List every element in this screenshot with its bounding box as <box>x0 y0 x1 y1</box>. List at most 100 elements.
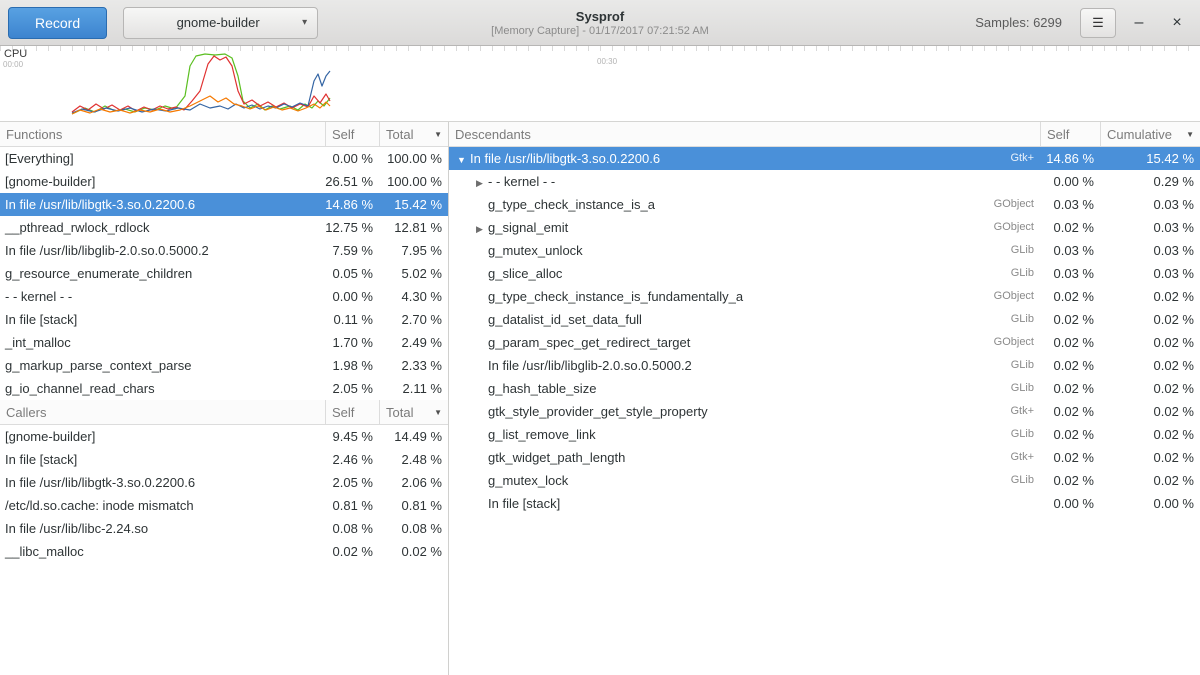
expander-closed-icon[interactable]: ▶ <box>471 218 488 239</box>
record-button[interactable]: Record <box>8 7 107 39</box>
callers-row[interactable]: In file [stack]2.46 %2.48 % <box>0 448 448 471</box>
functions-row[interactable]: [Everything]0.00 %100.00 % <box>0 147 448 170</box>
sort-arrow-icon: ▼ <box>434 130 442 139</box>
functions-row-self: 12.75 % <box>325 216 379 239</box>
callers-row-total: 0.08 % <box>379 517 448 540</box>
descendants-row[interactable]: gtk_widget_path_lengthGtk+0.02 %0.02 % <box>449 446 1200 469</box>
descendants-row[interactable]: In file [stack]0.00 %0.00 % <box>449 492 1200 515</box>
descendants-row-name: g_mutex_unlock <box>488 243 583 258</box>
descendants-row[interactable]: g_param_spec_get_redirect_targetGObject0… <box>449 331 1200 354</box>
functions-self-column-header[interactable]: Self <box>325 122 379 146</box>
callers-total-column-header[interactable]: Total ▼ <box>379 400 448 424</box>
descendants-row[interactable]: g_mutex_lockGLib0.02 %0.02 % <box>449 469 1200 492</box>
process-selector[interactable]: gnome-builder ▾ <box>123 7 318 39</box>
descendants-row-library: GLib <box>960 308 1040 331</box>
callers-column-header[interactable]: Callers <box>0 400 325 424</box>
callers-self-column-header[interactable]: Self <box>325 400 379 424</box>
functions-row[interactable]: - - kernel - -0.00 %4.30 % <box>0 285 448 308</box>
expander-closed-icon[interactable]: ▶ <box>471 172 488 193</box>
functions-column-header[interactable]: Functions <box>0 122 325 146</box>
descendants-row-name-cell: g_datalist_id_set_data_full <box>449 308 960 331</box>
descendants-row-library: GLib <box>960 262 1040 285</box>
descendants-row-name-cell: ▼In file /usr/lib/libgtk-3.so.0.2200.6 <box>449 147 960 170</box>
window-title-block: Sysprof [Memory Capture] - 01/17/2017 07… <box>300 9 900 37</box>
callers-table-body: [gnome-builder]9.45 %14.49 %In file [sta… <box>0 425 448 563</box>
functions-row-self: 1.98 % <box>325 354 379 377</box>
descendants-column-header[interactable]: Descendants <box>449 122 1040 146</box>
descendants-row-cumulative: 0.03 % <box>1100 262 1200 285</box>
callers-row-total: 0.81 % <box>379 494 448 517</box>
callers-row[interactable]: __libc_malloc0.02 %0.02 % <box>0 540 448 563</box>
callers-row-total: 0.02 % <box>379 540 448 563</box>
functions-row[interactable]: _int_malloc1.70 %2.49 % <box>0 331 448 354</box>
timeline-start-label: 00:00 <box>3 60 23 69</box>
functions-row-self: 14.86 % <box>325 193 379 216</box>
descendants-self-column-header[interactable]: Self <box>1040 122 1100 146</box>
callers-row[interactable]: In file /usr/lib/libgtk-3.so.0.2200.62.0… <box>0 471 448 494</box>
expander-open-icon[interactable]: ▼ <box>453 149 470 170</box>
callers-table-header: Callers Self Total ▼ <box>0 400 448 425</box>
descendants-row-name: - - kernel - - <box>488 174 555 189</box>
descendants-row[interactable]: ▶g_signal_emitGObject0.02 %0.03 % <box>449 216 1200 239</box>
functions-row-self: 0.11 % <box>325 308 379 331</box>
callers-row[interactable]: /etc/ld.so.cache: inode mismatch0.81 %0.… <box>0 494 448 517</box>
descendants-row-self: 0.03 % <box>1040 262 1100 285</box>
functions-row[interactable]: In file /usr/lib/libgtk-3.so.0.2200.614.… <box>0 193 448 216</box>
functions-row[interactable]: g_io_channel_read_chars2.05 %2.11 % <box>0 377 448 400</box>
functions-row[interactable]: g_resource_enumerate_children0.05 %5.02 … <box>0 262 448 285</box>
descendants-row-library: GLib <box>960 469 1040 492</box>
callers-row[interactable]: In file /usr/lib/libc-2.24.so0.08 %0.08 … <box>0 517 448 540</box>
window-title: Sysprof <box>300 9 900 24</box>
descendants-row-cumulative: 0.02 % <box>1100 285 1200 308</box>
descendants-row[interactable]: g_type_check_instance_is_fundamentally_a… <box>449 285 1200 308</box>
callers-row-name: /etc/ld.so.cache: inode mismatch <box>0 494 325 517</box>
descendants-row-cumulative: 0.02 % <box>1100 469 1200 492</box>
functions-row[interactable]: In file [stack]0.11 %2.70 % <box>0 308 448 331</box>
descendants-row[interactable]: In file /usr/lib/libglib-2.0.so.0.5000.2… <box>449 354 1200 377</box>
window-subtitle: [Memory Capture] - 01/17/2017 07:21:52 A… <box>300 25 900 37</box>
descendants-row-cumulative: 0.02 % <box>1100 354 1200 377</box>
descendants-row[interactable]: g_datalist_id_set_data_fullGLib0.02 %0.0… <box>449 308 1200 331</box>
cpu-graph-area[interactable]: CPU 00:00 00:30 <box>0 46 1200 122</box>
menu-button[interactable]: ☰ <box>1080 8 1116 38</box>
descendants-row-self: 0.02 % <box>1040 400 1100 423</box>
descendants-row-cumulative: 0.03 % <box>1100 193 1200 216</box>
functions-row[interactable]: __pthread_rwlock_rdlock12.75 %12.81 % <box>0 216 448 239</box>
descendants-row[interactable]: g_list_remove_linkGLib0.02 %0.02 % <box>449 423 1200 446</box>
descendants-row-name-cell: In file [stack] <box>449 492 960 515</box>
descendants-row-name-cell: gtk_style_provider_get_style_property <box>449 400 960 423</box>
descendants-row-library: GObject <box>960 216 1040 239</box>
functions-row-total: 2.11 % <box>379 377 448 400</box>
descendants-row[interactable]: g_hash_table_sizeGLib0.02 %0.02 % <box>449 377 1200 400</box>
descendants-row[interactable]: gtk_style_provider_get_style_propertyGtk… <box>449 400 1200 423</box>
close-button[interactable]: × <box>1162 9 1192 37</box>
sort-arrow-icon: ▼ <box>1186 130 1194 139</box>
descendants-row-name-cell: ▶- - kernel - - <box>449 170 960 193</box>
descendants-row-cumulative: 0.02 % <box>1100 400 1200 423</box>
descendants-row[interactable]: g_mutex_unlockGLib0.03 %0.03 % <box>449 239 1200 262</box>
functions-row[interactable]: [gnome-builder]26.51 %100.00 % <box>0 170 448 193</box>
functions-row[interactable]: g_markup_parse_context_parse1.98 %2.33 % <box>0 354 448 377</box>
functions-total-column-header[interactable]: Total ▼ <box>379 122 448 146</box>
descendants-row[interactable]: ▼In file /usr/lib/libgtk-3.so.0.2200.6Gt… <box>449 147 1200 170</box>
functions-row-total: 4.30 % <box>379 285 448 308</box>
descendants-row-name-cell: gtk_widget_path_length <box>449 446 960 469</box>
descendants-row-cumulative: 0.03 % <box>1100 216 1200 239</box>
callers-column-label: Callers <box>6 405 46 420</box>
functions-row-name: [Everything] <box>0 147 325 170</box>
descendants-row-library: GLib <box>960 239 1040 262</box>
descendants-row[interactable]: ▶- - kernel - -0.00 %0.29 % <box>449 170 1200 193</box>
descendants-row-self: 0.02 % <box>1040 446 1100 469</box>
callers-row[interactable]: [gnome-builder]9.45 %14.49 % <box>0 425 448 448</box>
descendants-row[interactable]: g_slice_allocGLib0.03 %0.03 % <box>449 262 1200 285</box>
descendants-row-library <box>960 492 1040 515</box>
functions-row-total: 12.81 % <box>379 216 448 239</box>
descendants-cumulative-column-header[interactable]: Cumulative ▼ <box>1100 122 1200 146</box>
descendants-row[interactable]: g_type_check_instance_is_aGObject0.03 %0… <box>449 193 1200 216</box>
functions-row[interactable]: In file /usr/lib/libglib-2.0.so.0.5000.2… <box>0 239 448 262</box>
descendants-row-cumulative: 0.02 % <box>1100 423 1200 446</box>
callers-row-self: 0.81 % <box>325 494 379 517</box>
functions-table-header: Functions Self Total ▼ <box>0 122 448 147</box>
minimize-button[interactable]: – <box>1124 9 1154 37</box>
descendants-row-name-cell: g_hash_table_size <box>449 377 960 400</box>
